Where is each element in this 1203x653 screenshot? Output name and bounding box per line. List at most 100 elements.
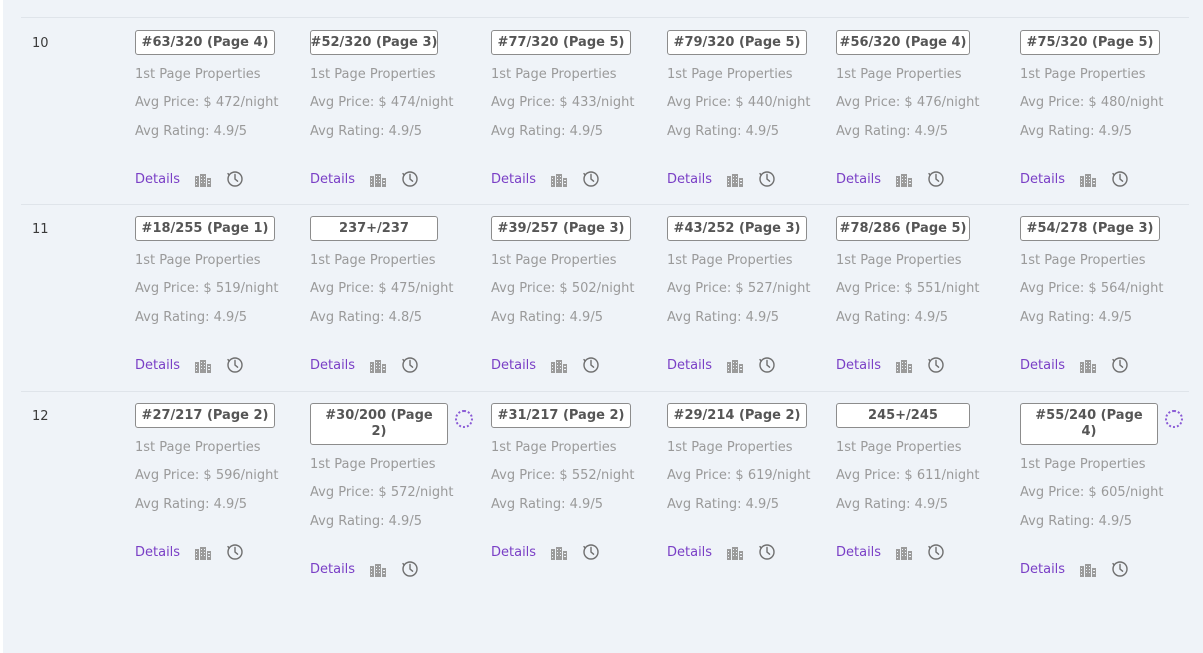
rank-badge[interactable]: #43/252 (Page 3) [667, 216, 807, 241]
clock-history-icon[interactable] [401, 560, 419, 578]
ranking-cell: #43/252 (Page 3) 1st Page Properties Avg P… [667, 216, 837, 373]
rank-badge[interactable]: #75/320 (Page 5) [1020, 30, 1160, 55]
clock-history-icon[interactable] [758, 543, 776, 561]
building-icon[interactable] [194, 358, 212, 373]
clock-history-icon[interactable] [927, 170, 945, 188]
clock-history-icon[interactable] [401, 356, 419, 374]
building-icon[interactable] [1079, 358, 1097, 373]
cell-actions: Details [135, 543, 244, 561]
ranking-cell: #30/200 (Page 2) 1st Page Properties Avg P… [310, 403, 480, 577]
building-icon[interactable] [550, 172, 568, 187]
details-link[interactable]: Details [310, 562, 355, 577]
building-icon[interactable] [369, 562, 387, 577]
building-icon[interactable] [369, 358, 387, 373]
avg-rating: Avg Rating: 4.9/5 [310, 124, 422, 139]
clock-history-icon[interactable] [1111, 170, 1129, 188]
avg-rating-prefix: Avg Rating: [491, 497, 570, 512]
building-icon[interactable] [1079, 562, 1097, 577]
avg-price-prefix: Avg Price: $ [135, 95, 216, 110]
rank-badge[interactable]: #39/257 (Page 3) [491, 216, 631, 241]
rank-badge[interactable]: #18/255 (Page 1) [135, 216, 275, 241]
details-link[interactable]: Details [491, 358, 536, 373]
building-icon[interactable] [726, 545, 744, 560]
building-icon[interactable] [194, 545, 212, 560]
building-icon[interactable] [369, 172, 387, 187]
rank-badge[interactable]: #77/320 (Page 5) [491, 30, 631, 55]
details-link[interactable]: Details [667, 545, 712, 560]
avg-price-suffix: /night [1125, 281, 1164, 296]
avg-rating-prefix: Avg Rating: [1020, 310, 1099, 325]
rank-badge[interactable]: #79/320 (Page 5) [667, 30, 807, 55]
ranking-cell: #77/320 (Page 5) 1st Page Properties Avg P… [491, 30, 661, 187]
rank-badge[interactable]: #27/217 (Page 2) [135, 403, 275, 428]
building-icon[interactable] [194, 172, 212, 187]
avg-rating-value: 4.9 [213, 124, 235, 139]
avg-rating-value: 4.9 [745, 310, 767, 325]
cell-actions: Details [1020, 170, 1129, 188]
details-link[interactable]: Details [491, 545, 536, 560]
avg-rating-value: 4.9 [388, 124, 410, 139]
building-icon[interactable] [895, 358, 913, 373]
avg-price-value: 564 [1100, 281, 1126, 296]
rank-badge[interactable]: 237+/237 [310, 216, 438, 241]
avg-rating-prefix: Avg Rating: [836, 124, 915, 139]
avg-price-suffix: /night [941, 281, 980, 296]
details-link[interactable]: Details [836, 172, 881, 187]
clock-history-icon[interactable] [582, 356, 600, 374]
avg-price-prefix: Avg Price: $ [310, 281, 391, 296]
avg-rating-suffix: /5 [935, 310, 948, 325]
clock-history-icon[interactable] [582, 543, 600, 561]
details-link[interactable]: Details [667, 358, 712, 373]
clock-history-icon[interactable] [1111, 356, 1129, 374]
clock-history-icon[interactable] [1111, 560, 1129, 578]
details-link[interactable]: Details [667, 172, 712, 187]
details-link[interactable]: Details [836, 358, 881, 373]
building-icon[interactable] [550, 358, 568, 373]
building-icon[interactable] [726, 172, 744, 187]
cell-actions: Details [491, 356, 600, 374]
details-link[interactable]: Details [491, 172, 536, 187]
building-icon[interactable] [726, 358, 744, 373]
rank-badge[interactable]: #78/286 (Page 5) [836, 216, 970, 241]
details-link[interactable]: Details [836, 545, 881, 560]
clock-history-icon[interactable] [758, 170, 776, 188]
rank-badge[interactable]: #29/214 (Page 2) [667, 403, 807, 428]
rank-badge[interactable]: #31/217 (Page 2) [491, 403, 631, 428]
clock-history-icon[interactable] [927, 543, 945, 561]
details-link[interactable]: Details [135, 545, 180, 560]
details-link[interactable]: Details [1020, 562, 1065, 577]
building-icon[interactable] [1079, 172, 1097, 187]
rank-badge[interactable]: #54/278 (Page 3) [1020, 216, 1160, 241]
avg-rating-suffix: /5 [1119, 310, 1132, 325]
details-link[interactable]: Details [1020, 358, 1065, 373]
cell-actions: Details [667, 170, 776, 188]
details-link[interactable]: Details [310, 358, 355, 373]
clock-history-icon[interactable] [226, 543, 244, 561]
details-link[interactable]: Details [310, 172, 355, 187]
avg-rating: Avg Rating: 4.9/5 [310, 514, 422, 529]
building-icon[interactable] [895, 172, 913, 187]
rank-badge[interactable]: #55/240 (Page 4) [1020, 403, 1158, 445]
clock-history-icon[interactable] [758, 356, 776, 374]
rank-badge[interactable]: #30/200 (Page 2) [310, 403, 448, 445]
avg-price-suffix: /night [596, 281, 635, 296]
details-link[interactable]: Details [135, 358, 180, 373]
building-icon[interactable] [895, 545, 913, 560]
rank-badge[interactable]: #52/320 (Page 3) [310, 30, 438, 55]
clock-history-icon[interactable] [226, 170, 244, 188]
clock-history-icon[interactable] [927, 356, 945, 374]
rank-badge[interactable]: 245+/245 [836, 403, 970, 428]
details-link[interactable]: Details [135, 172, 180, 187]
avg-price-prefix: Avg Price: $ [135, 281, 216, 296]
first-page-label: 1st Page Properties [310, 67, 436, 82]
clock-history-icon[interactable] [401, 170, 419, 188]
rank-badge[interactable]: #56/320 (Page 4) [836, 30, 970, 55]
first-page-label: 1st Page Properties [491, 440, 617, 455]
rank-badge[interactable]: #63/320 (Page 4) [135, 30, 275, 55]
clock-history-icon[interactable] [226, 356, 244, 374]
clock-history-icon[interactable] [582, 170, 600, 188]
building-icon[interactable] [550, 545, 568, 560]
details-link[interactable]: Details [1020, 172, 1065, 187]
loading-spinner-icon [1165, 410, 1183, 428]
first-page-label: 1st Page Properties [310, 253, 436, 268]
